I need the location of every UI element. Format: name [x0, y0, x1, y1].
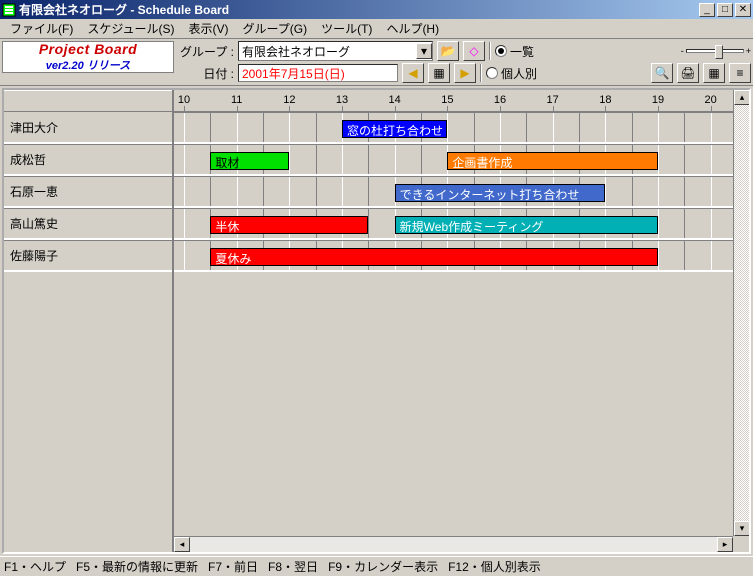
menu-file[interactable]: ファイル(F) [4, 18, 79, 39]
scroll-right-icon[interactable]: ▸ [717, 537, 733, 552]
schedule-bar[interactable]: 新規Web作成ミーティング [395, 216, 658, 234]
chevron-down-icon: ▾ [416, 43, 432, 59]
menu-schedule[interactable]: スケジュール(S) [81, 18, 180, 39]
date-label: 日付 : [180, 65, 234, 82]
window-title: 有限会社ネオローグ - Schedule Board [19, 1, 697, 18]
name-row[interactable]: 佐藤陽子 [4, 240, 172, 272]
name-row[interactable]: 成松哲 [4, 144, 172, 176]
names-header [4, 90, 172, 112]
names-column: 津田大介成松哲石原一恵高山篤史佐藤陽子 [4, 90, 174, 552]
menu-tool[interactable]: ツール(T) [315, 18, 378, 39]
schedule-bar[interactable]: 半休 [210, 216, 368, 234]
time-tick: 18 [599, 94, 611, 106]
logo-banner[interactable]: Project Board ver2.20 リリース [2, 41, 174, 73]
status-f7: F7・前日 [208, 558, 258, 575]
grid-row[interactable]: 取材 企画書作成 [174, 144, 749, 176]
scroll-up-icon[interactable]: ▴ [734, 90, 749, 105]
list-icon: ≡ [736, 66, 743, 80]
radio-personal-view[interactable]: 個人別 [486, 65, 537, 82]
diamond-icon: ◇ [469, 44, 478, 58]
status-f8: F8・翌日 [268, 558, 318, 575]
group-value: 有限会社ネオローグ [242, 43, 350, 60]
time-tick: 16 [494, 94, 506, 106]
schedule-bar[interactable]: 企画書作成 [447, 152, 658, 170]
calendar-button[interactable]: ▦ [428, 63, 450, 83]
time-header: 10 11 12 13 14 15 16 17 18 19 20 [174, 90, 749, 112]
time-tick: 13 [336, 94, 348, 106]
radio-list-view[interactable]: 一覧 [495, 43, 534, 60]
schedule-bar[interactable]: 取材 [210, 152, 289, 170]
date-prev-button[interactable]: ◀ [402, 63, 424, 83]
name-row[interactable]: 津田大介 [4, 112, 172, 144]
name-row[interactable]: 石原一恵 [4, 176, 172, 208]
triangle-right-icon: ▶ [460, 66, 469, 80]
scroll-left-icon[interactable]: ◂ [174, 537, 190, 552]
status-f9: F9・カレンダー表示 [328, 558, 438, 575]
grid-row[interactable]: 夏休み [174, 240, 749, 272]
time-tick: 14 [389, 94, 401, 106]
time-tick: 11 [231, 94, 242, 106]
grid-icon: ▦ [708, 66, 719, 80]
schedule-bar[interactable]: 夏休み [210, 248, 658, 266]
status-f12: F12・個人別表示 [448, 558, 541, 575]
menu-view[interactable]: 表示(V) [183, 18, 235, 39]
grid-button[interactable]: ▦ [703, 63, 725, 83]
menu-group[interactable]: グループ(G) [237, 18, 314, 39]
time-tick: 10 [178, 94, 190, 106]
minimize-button[interactable]: _ [699, 3, 715, 17]
search-button[interactable]: 🔍 [651, 63, 673, 83]
schedule-bar[interactable]: 窓の杜打ち合わせ [342, 120, 447, 138]
vertical-scrollbar[interactable]: ▴ ▾ [733, 90, 749, 536]
status-f1: F1・ヘルプ [4, 558, 66, 575]
logo-line2: ver2.20 リリース [46, 57, 130, 73]
time-tick: 17 [547, 94, 559, 106]
grid-row[interactable]: 窓の杜打ち合わせ [174, 112, 749, 144]
date-next-button[interactable]: ▶ [454, 63, 476, 83]
folder-icon: 📂 [441, 44, 456, 58]
menubar: ファイル(F) スケジュール(S) 表示(V) グループ(G) ツール(T) ヘ… [0, 19, 753, 39]
status-f5: F5・最新の情報に更新 [76, 558, 198, 575]
titlebar: 有限会社ネオローグ - Schedule Board _ □ ✕ [0, 0, 753, 19]
date-input[interactable] [238, 64, 398, 82]
menu-help[interactable]: ヘルプ(H) [380, 18, 445, 39]
scroll-down-icon[interactable]: ▾ [734, 521, 749, 536]
calendar-icon: ▦ [433, 66, 444, 80]
time-tick: 15 [441, 94, 453, 106]
schedule-area: 津田大介成松哲石原一恵高山篤史佐藤陽子 10 11 12 13 14 15 16 17 18 19… [2, 88, 751, 554]
time-tick: 19 [652, 94, 664, 106]
grid-row[interactable]: できるインターネット打ち合わせ [174, 176, 749, 208]
logo-line1: Project Board [39, 41, 137, 57]
timeline-grid: 10 11 12 13 14 15 16 17 18 19 20 窓の杜打ち合わせ取材 企画書作成でき… [174, 90, 749, 552]
maximize-button[interactable]: □ [717, 3, 733, 17]
open-folder-button[interactable]: 📂 [437, 41, 459, 61]
schedule-bar[interactable]: できるインターネット打ち合わせ [395, 184, 606, 202]
zoom-slider[interactable]: - + [681, 46, 751, 56]
group-label: グループ : [180, 43, 234, 60]
pink-diamond-button[interactable]: ◇ [463, 41, 485, 61]
grid-row[interactable]: 半休 新規Web作成ミーティング [174, 208, 749, 240]
app-icon [2, 3, 16, 17]
horizontal-scrollbar[interactable]: ◂ ▸ [174, 536, 733, 552]
toolbar: Project Board ver2.20 リリース グループ : 有限会社ネオ… [0, 39, 753, 86]
name-row[interactable]: 高山篤史 [4, 208, 172, 240]
time-tick: 20 [705, 94, 717, 106]
list-button[interactable]: ≡ [729, 63, 751, 83]
group-dropdown[interactable]: 有限会社ネオローグ ▾ [238, 41, 433, 61]
statusbar: F1・ヘルプ F5・最新の情報に更新 F7・前日 F8・翌日 F9・カレンダー表… [0, 556, 753, 576]
print-button[interactable]: 🖨 [677, 63, 699, 83]
close-button[interactable]: ✕ [735, 3, 751, 17]
triangle-left-icon: ◀ [408, 66, 417, 80]
search-icon: 🔍 [655, 66, 670, 80]
time-tick: 12 [283, 94, 295, 106]
printer-icon: 🖨 [680, 66, 695, 80]
